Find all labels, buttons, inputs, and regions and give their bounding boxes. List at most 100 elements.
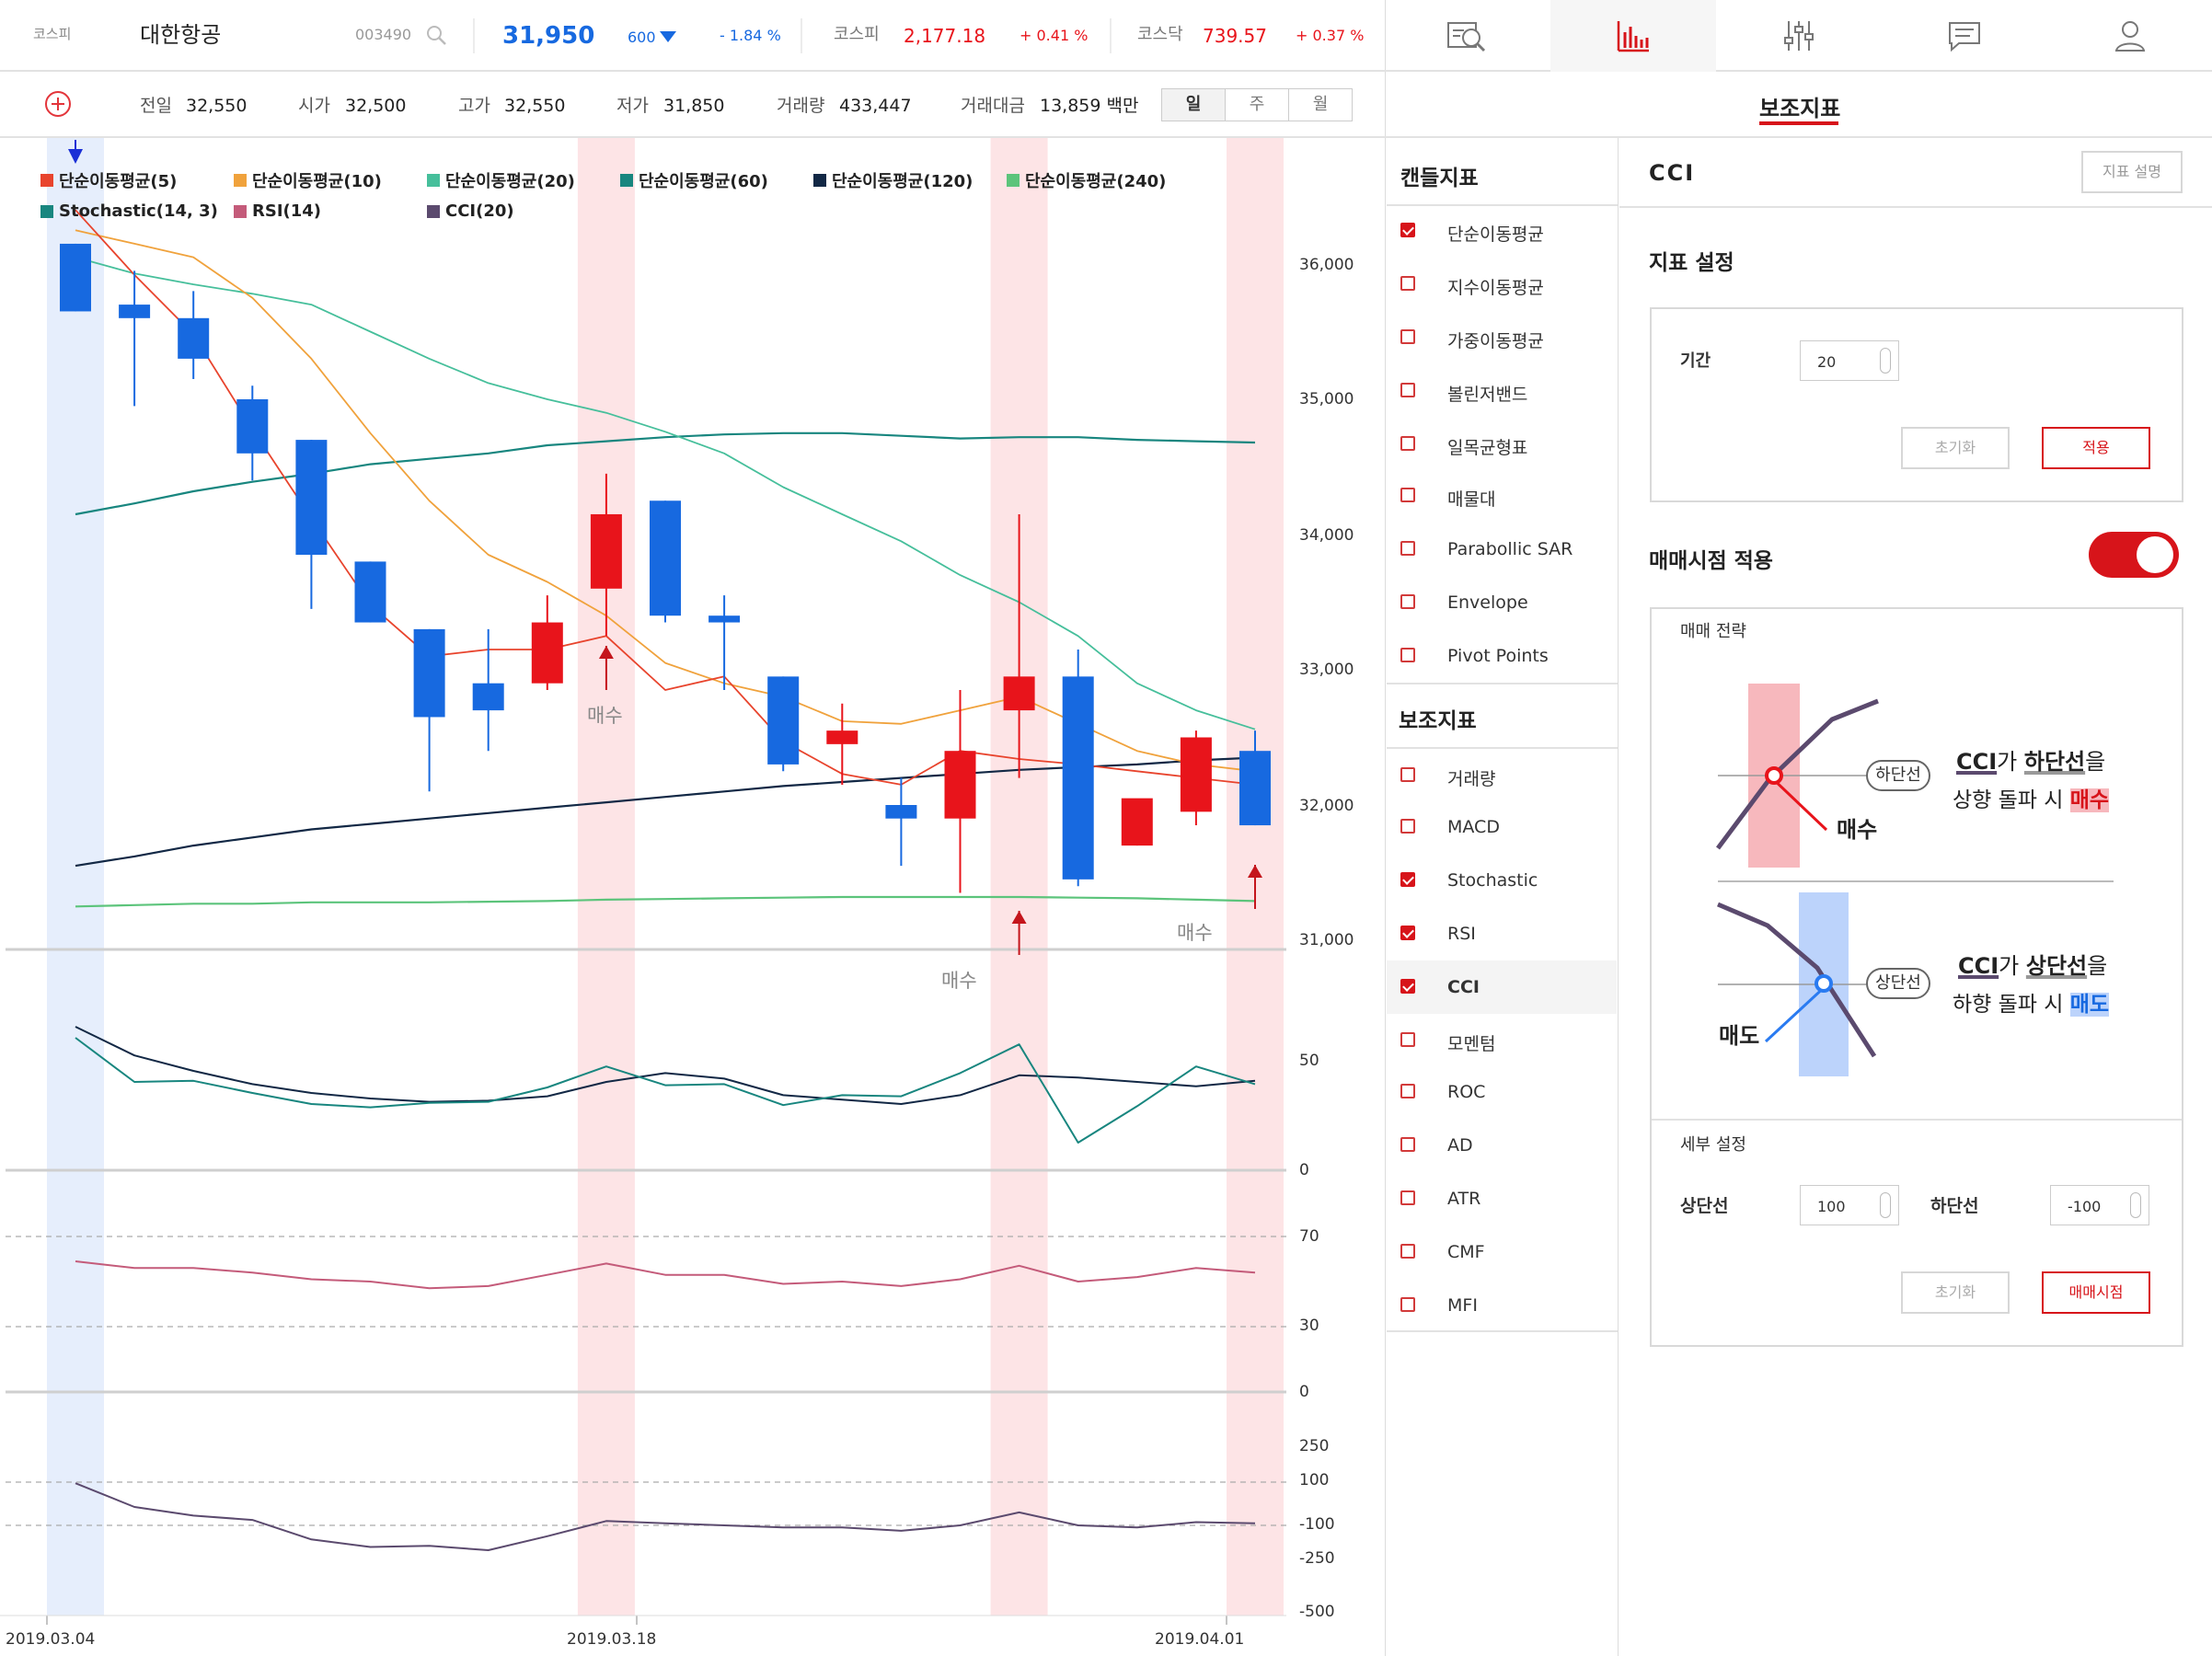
chart-canvas[interactable] — [0, 138, 1385, 1656]
checkbox[interactable] — [1400, 541, 1415, 556]
aux-item-ad[interactable]: AD — [1387, 1119, 1617, 1172]
toggle-knob — [2137, 536, 2173, 573]
search-icon[interactable] — [425, 24, 449, 48]
y-tick-label: 250 — [1299, 1437, 1330, 1455]
candle-body — [413, 628, 445, 718]
tab-bar-chart[interactable] — [1550, 0, 1716, 72]
checkbox[interactable] — [1400, 594, 1415, 609]
legend-ma5: 단순이동평균(5) — [40, 168, 177, 192]
x-tick-label: 2019.03.18 — [567, 1630, 657, 1649]
upper-line-stepper[interactable]: 100 — [1800, 1185, 1899, 1225]
period-stepper[interactable]: 20 — [1800, 340, 1899, 381]
aux-item-cmf[interactable]: CMF — [1387, 1225, 1617, 1279]
stock-name[interactable]: 대한항공 — [140, 24, 221, 46]
tab-search-chart[interactable] — [1385, 0, 1550, 72]
add-indicator-button[interactable] — [44, 90, 72, 118]
checkbox[interactable] — [1400, 926, 1415, 940]
candle-item-wma[interactable]: 가중이동평균 — [1387, 311, 1617, 364]
stepper-arrows-icon[interactable] — [2130, 1192, 2141, 1218]
period-month-button[interactable]: 월 — [1288, 88, 1353, 121]
checkbox[interactable] — [1400, 979, 1415, 994]
legend-label: RSI(14) — [252, 201, 322, 221]
tab-message[interactable] — [1882, 0, 2047, 72]
indicator-description-button[interactable]: 지표 설명 — [2081, 151, 2183, 193]
candle-body — [1121, 798, 1153, 846]
aux-item-momentum[interactable]: 모멘텀 — [1387, 1014, 1617, 1067]
checkbox[interactable] — [1400, 1032, 1415, 1047]
aux-item-volume[interactable]: 거래량 — [1387, 749, 1617, 802]
checkbox[interactable] — [1400, 648, 1415, 662]
reset-detail-button[interactable]: 초기화 — [1901, 1271, 2010, 1314]
trade-point-toggle[interactable] — [2089, 532, 2179, 578]
legend-ma10: 단순이동평균(10) — [234, 168, 382, 192]
buy-signal-label: 매수 — [941, 970, 977, 992]
indicator-name: CCI — [1649, 160, 1696, 186]
aux-item-atr[interactable]: ATR — [1387, 1172, 1617, 1225]
signal-band — [47, 138, 104, 1616]
candle-body — [767, 676, 800, 765]
reset-button[interactable]: 초기화 — [1901, 427, 2010, 469]
checkbox[interactable] — [1400, 1297, 1415, 1312]
legend-ma60: 단순이동평균(60) — [620, 168, 768, 192]
sliders-icon — [1784, 21, 1814, 51]
candle-body — [531, 622, 563, 684]
upper-line-value: 100 — [1817, 1198, 1846, 1215]
aux-item-macd[interactable]: MACD — [1387, 800, 1617, 854]
aux-item-stochastic[interactable]: Stochastic — [1387, 854, 1617, 907]
legend-swatch — [40, 174, 53, 187]
panel-divider — [1385, 0, 1386, 1656]
checkbox[interactable] — [1400, 383, 1415, 397]
candle-body — [1239, 751, 1271, 826]
checkbox[interactable] — [1400, 436, 1415, 451]
item-label: 일목균형표 — [1447, 438, 1528, 458]
candle-item-envelope[interactable]: Envelope — [1387, 576, 1617, 629]
checkbox[interactable] — [1400, 276, 1415, 291]
rule-text: 을 — [2087, 953, 2108, 979]
checkbox[interactable] — [1400, 488, 1415, 502]
item-label: 거래량 — [1447, 769, 1496, 789]
y-tick-label: 0 — [1299, 1161, 1309, 1179]
legend-label: CCI(20) — [445, 201, 514, 221]
candle-item-sar[interactable]: Parabollic SAR — [1387, 523, 1617, 576]
price-change-pct: - 1.84 % — [720, 27, 781, 44]
checkbox[interactable] — [1400, 767, 1415, 782]
aux-item-mfi[interactable]: MFI — [1387, 1279, 1617, 1332]
lower-line-stepper[interactable]: -100 — [2050, 1185, 2149, 1225]
aux-item-cci[interactable]: CCI — [1387, 960, 1617, 1014]
candle-item-sma[interactable]: 단순이동평균 — [1387, 204, 1617, 258]
trade-point-button[interactable]: 매매시점 — [2042, 1271, 2150, 1314]
candle-body — [354, 561, 386, 623]
kospi-value: 2,177.18 — [904, 25, 986, 47]
period-label: 기간 — [1680, 351, 1711, 371]
divider — [1110, 18, 1112, 53]
candle-item-pivot[interactable]: Pivot Points — [1387, 629, 1617, 683]
tab-sliders[interactable] — [1716, 0, 1882, 72]
tab-user[interactable] — [2047, 0, 2212, 72]
checkbox[interactable] — [1400, 1084, 1415, 1098]
divider — [1619, 206, 2212, 208]
aux-item-roc[interactable]: ROC — [1387, 1065, 1617, 1119]
candle-item-volume-profile[interactable]: 매물대 — [1387, 469, 1617, 523]
candle-item-bollinger[interactable]: 볼린저밴드 — [1387, 364, 1617, 418]
checkbox[interactable] — [1400, 819, 1415, 834]
period-value: 20 — [1817, 353, 1837, 371]
checkbox[interactable] — [1400, 1190, 1415, 1205]
detail-settings-title: 세부 설정 — [1680, 1135, 1746, 1155]
current-price: 31,950 — [502, 22, 595, 50]
period-week-button[interactable]: 주 — [1225, 88, 1289, 121]
stepper-arrows-icon[interactable] — [1880, 1192, 1891, 1218]
high-value: 32,550 — [504, 96, 566, 116]
period-day-button[interactable]: 일 — [1161, 88, 1226, 121]
item-label: MACD — [1447, 817, 1500, 837]
aux-item-rsi[interactable]: RSI — [1387, 907, 1617, 960]
checkbox[interactable] — [1400, 1244, 1415, 1259]
apply-button[interactable]: 적용 — [2042, 427, 2150, 469]
checkbox[interactable] — [1400, 872, 1415, 887]
candle-item-ema[interactable]: 지수이동평균 — [1387, 258, 1617, 311]
checkbox[interactable] — [1400, 223, 1415, 237]
candle-item-ichimoku[interactable]: 일목균형표 — [1387, 418, 1617, 471]
stepper-arrows-icon[interactable] — [1880, 348, 1891, 374]
checkbox[interactable] — [1400, 1137, 1415, 1152]
stock-header: 코스피 대한항공 003490 31,950 600 - 1.84 % 코스피 … — [0, 0, 1385, 72]
checkbox[interactable] — [1400, 329, 1415, 344]
